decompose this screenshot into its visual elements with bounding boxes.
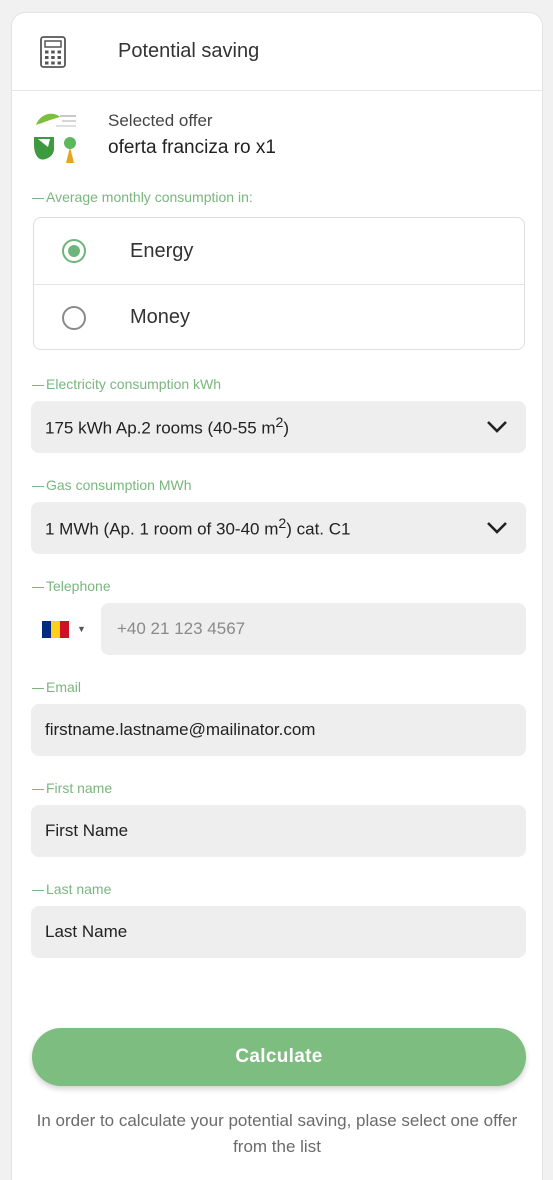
consumption-radio-group: Energy Money: [33, 217, 525, 350]
selected-offer: Selected offer oferta franciza ro x1: [32, 107, 542, 163]
telephone-label: Telephone: [12, 578, 542, 594]
calculate-note: In order to calculate your potential sav…: [36, 1111, 518, 1156]
telephone-input[interactable]: +40 21 123 4567: [101, 603, 526, 655]
consumption-label: Average monthly consumption in:: [12, 189, 542, 205]
radio-option-money[interactable]: Money: [34, 284, 524, 350]
last-name-label: Last name: [12, 881, 542, 897]
gas-label: Gas consumption MWh: [12, 477, 542, 493]
electricity-label: Electricity consumption kWh: [12, 376, 542, 392]
caret-down-icon: ▼: [77, 624, 86, 634]
radio-option-energy[interactable]: Energy: [34, 218, 524, 284]
calculator-icon: [40, 35, 66, 68]
country-selector[interactable]: ▼: [31, 603, 101, 655]
offer-name: oferta franciza ro x1: [108, 137, 276, 158]
electricity-value: 175 kWh Ap.2 rooms (40-55 m2): [45, 415, 290, 438]
gas-value: 1 MWh (Ap. 1 room of 30-40 m2) cat. C1: [45, 516, 351, 539]
radio-label-money: Money: [130, 306, 191, 328]
last-name-input[interactable]: Last Name: [31, 906, 526, 958]
email-input[interactable]: firstname.lastname@mailinator.com: [31, 704, 526, 756]
chevron-down-icon[interactable]: [486, 521, 508, 535]
romania-flag-icon: [42, 620, 69, 638]
telephone-row: ▼ +40 21 123 4567: [31, 603, 526, 655]
calculate-button[interactable]: Calculate: [32, 1028, 526, 1086]
card-header: Potential saving: [12, 13, 542, 91]
offer-logo: [34, 113, 76, 163]
page-title: Potential saving: [118, 40, 260, 62]
potential-saving-card: Potential saving Selected offer oferta f…: [11, 12, 543, 1180]
radio-label-energy: Energy: [130, 239, 194, 262]
first-name-input[interactable]: First Name: [31, 805, 526, 857]
gas-select[interactable]: 1 MWh (Ap. 1 room of 30-40 m2) cat. C1: [31, 502, 526, 554]
radio-checked-icon[interactable]: [62, 239, 86, 263]
email-label: Email: [12, 679, 542, 695]
electricity-select[interactable]: 175 kWh Ap.2 rooms (40-55 m2): [31, 401, 526, 453]
first-name-label: First name: [12, 780, 542, 796]
radio-unchecked-icon[interactable]: [62, 305, 86, 330]
chevron-down-icon[interactable]: [486, 420, 508, 434]
offer-label: Selected offer: [108, 111, 213, 130]
